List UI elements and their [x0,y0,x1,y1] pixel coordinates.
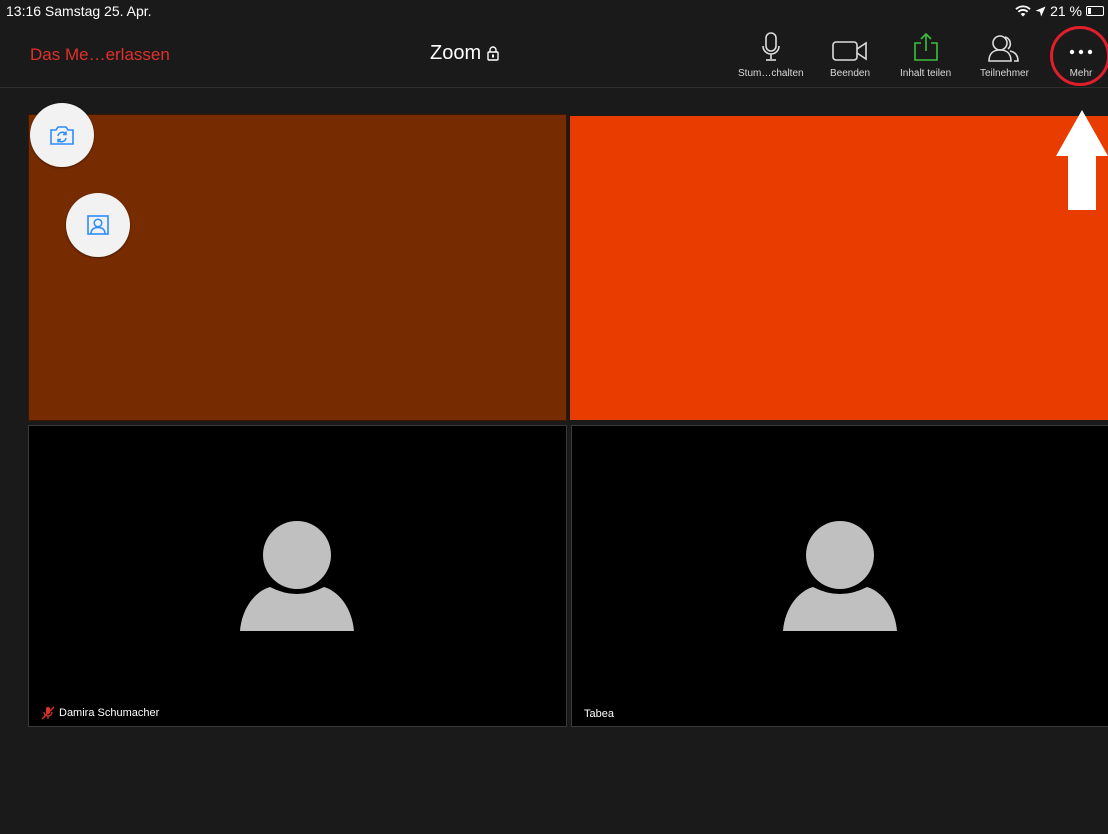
share-content-label: Inhalt teilen [900,68,952,79]
status-right: 21 % [1015,2,1104,20]
avatar-placeholder-icon [240,521,354,631]
status-bar: 13:16 Samstag 25. Apr. 21 % [0,0,1108,22]
microphone-icon [761,32,781,62]
meeting-title: Zoom [430,42,499,65]
switch-camera-button[interactable] [30,103,94,167]
virtual-background-icon [87,215,109,235]
muted-microphone-icon [41,706,55,720]
camera-switch-icon [50,126,74,145]
participant-name: Tabea [584,708,614,720]
more-button-label: Mehr [1069,68,1093,79]
video-tile-2 [570,116,1108,420]
video-tile-self [28,114,567,421]
participants-label: Teilnehmer [980,68,1029,79]
status-time: 13:16 Samstag 25. Apr. [6,3,152,19]
location-arrow-icon [1035,6,1046,16]
participant-name-tag: Damira Schumacher [41,706,159,720]
participants-icon [988,32,1020,62]
more-button[interactable]: Mehr [1068,32,1094,79]
wifi-icon [1015,5,1031,17]
virtual-background-button[interactable] [66,193,130,257]
leave-meeting-button[interactable]: Das Me…erlassen [30,45,170,65]
video-tile-participant-2: Tabea [571,425,1108,727]
stop-video-label: Beenden [830,68,871,79]
mute-button-label: Stum…chalten [738,68,804,79]
share-content-button[interactable]: Inhalt teilen [900,32,951,79]
participant-name-tag: Tabea [584,708,614,720]
battery-icon [1086,6,1104,16]
participants-button[interactable]: Teilnehmer [980,32,1029,79]
mute-button[interactable]: Stum…chalten [738,32,804,79]
video-camera-icon [832,32,868,62]
stop-video-button[interactable]: Beenden [830,32,870,79]
avatar-placeholder-icon [783,521,897,631]
battery-level [1088,8,1092,14]
participant-name: Damira Schumacher [59,707,160,719]
battery-percentage: 21 % [1050,3,1082,19]
meeting-title-text: Zoom [430,42,482,64]
meeting-toolbar: Das Me…erlassen Zoom Stum…chalten Beende… [0,22,1108,88]
share-icon [913,32,939,62]
lock-icon [487,46,499,61]
more-dots-icon [1068,32,1094,62]
video-tile-participant-1: Damira Schumacher [28,425,567,727]
